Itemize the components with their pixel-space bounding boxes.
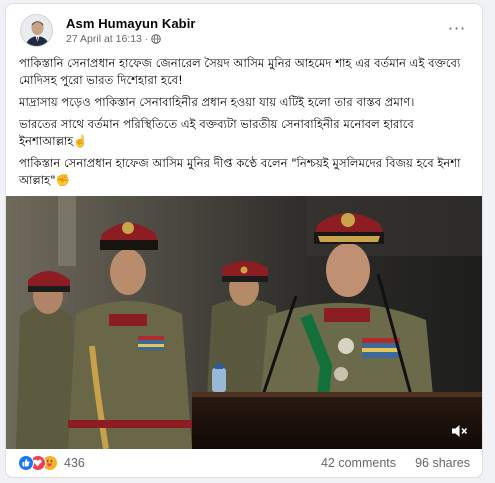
post-paragraph: মাদ্রাসায় পড়েও পাকিস্তান সেনাবাহিনীর প… (19, 95, 415, 109)
meta-separator: · (144, 33, 149, 45)
more-options-button[interactable]: ··· (446, 19, 468, 38)
post-video[interactable] (6, 196, 482, 449)
post-meta: 27 April at 16:13 · (66, 33, 162, 45)
post-stats: 436 42 comments 96 shares (6, 450, 482, 477)
podium (192, 392, 482, 449)
post-timestamp[interactable]: 27 April at 16:13 (66, 33, 142, 45)
post-paragraph: পাকিস্তান সেনাপ্রধান হাফেজ আসিম মুনির দী… (19, 156, 461, 187)
comments-count[interactable]: 42 comments (321, 456, 396, 470)
shares-count[interactable]: 96 shares (415, 456, 470, 470)
speaker-muted-icon[interactable] (450, 423, 468, 439)
post-paragraph: ভারতের সাথে বর্তমান পরিস্থিতিতে এই বক্তব… (19, 117, 414, 148)
like-icon (18, 455, 34, 471)
post-header: Asm Humayun Kabir 27 April at 16:13 · ··… (18, 14, 472, 50)
reactions-summary[interactable]: 436 (18, 455, 85, 471)
avatar-portrait (21, 15, 52, 46)
post-text: পাকিস্তানি সেনাপ্রধান হাফেজ জেনারেল সৈয়… (19, 55, 470, 194)
globe-icon (151, 34, 162, 44)
video-frame (6, 196, 482, 449)
post-card: Asm Humayun Kabir 27 April at 16:13 · ··… (5, 3, 483, 478)
author-name[interactable]: Asm Humayun Kabir (66, 16, 196, 31)
post-paragraph: পাকিস্তানি সেনাপ্রধান হাফেজ জেনারেল সৈয়… (19, 56, 461, 87)
reaction-count: 436 (64, 456, 85, 470)
avatar[interactable] (20, 14, 53, 47)
